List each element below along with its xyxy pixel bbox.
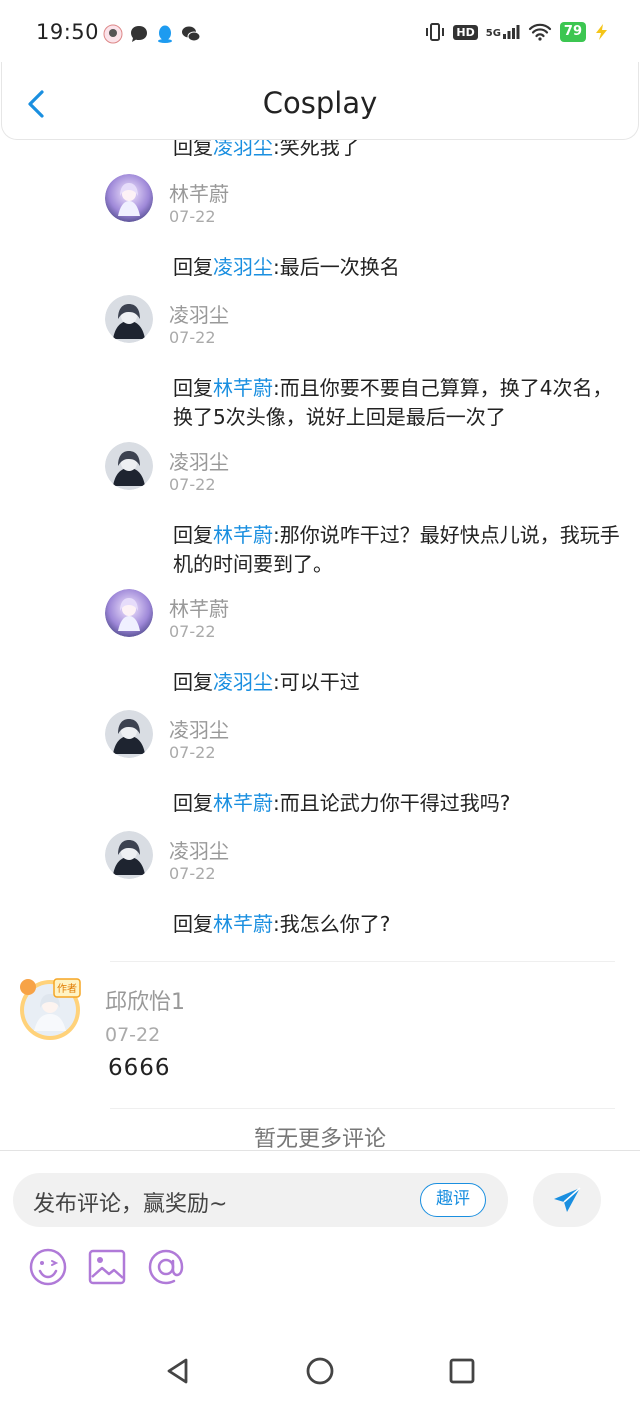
comment-date: 07-22: [169, 864, 216, 883]
send-button[interactable]: [533, 1173, 601, 1227]
mention-link[interactable]: 林芊蔚: [213, 912, 273, 936]
avatar[interactable]: [105, 589, 153, 637]
divider: [110, 961, 615, 962]
author-comment-text: 6666: [108, 1055, 171, 1081]
comment-date: 07-22: [169, 475, 216, 494]
app-notification-icon: [103, 24, 123, 44]
mention-link[interactable]: 林芊蔚: [213, 376, 273, 400]
nav-back-icon[interactable]: [160, 1353, 196, 1389]
mention-link[interactable]: 林芊蔚: [213, 523, 273, 547]
network-label: 5G: [485, 28, 501, 39]
author-badge: 作者: [57, 983, 77, 995]
system-nav-bar: [0, 1333, 640, 1408]
battery-indicator: 79: [559, 22, 586, 42]
reply-text: 回复林芊蔚:而且你要不要自己算算，换了4次名，换了5次头像，说好上回是最后一次了: [173, 376, 613, 429]
comment-date: 07-22: [169, 743, 216, 762]
username[interactable]: 凌羽尘: [169, 714, 229, 743]
status-time: 19:50: [36, 20, 100, 44]
username[interactable]: 凌羽尘: [169, 446, 229, 475]
signal-icon: 5G: [486, 25, 520, 39]
reply-text: 回复凌羽尘:笑死我了: [173, 140, 623, 162]
divider: [110, 1108, 615, 1109]
comment-placeholder: 发布评论，赢奖励~: [33, 1192, 228, 1217]
message-notification-icon: [131, 26, 147, 42]
username[interactable]: 林芊蔚: [169, 593, 229, 622]
avatar[interactable]: [105, 295, 153, 343]
status-indicators: HD 5G 79: [425, 22, 610, 42]
qq-icon: [158, 25, 172, 43]
reply-text: 回复林芊蔚:而且论武力你干得过我吗?: [173, 791, 511, 815]
nav-home-icon[interactable]: [302, 1353, 338, 1389]
status-bar: 19:50 HD 5G 79: [0, 0, 640, 68]
comment-thread[interactable]: 回复凌羽尘:笑死我了 林芊蔚 07-22 回复凌羽尘:最后一次换名 凌羽尘 07…: [0, 140, 640, 1152]
image-icon[interactable]: [87, 1247, 127, 1287]
avatar[interactable]: [105, 442, 153, 490]
comment-input[interactable]: 发布评论，赢奖励~ 趣评: [13, 1173, 508, 1227]
comment-input-panel: 发布评论，赢奖励~ 趣评: [0, 1150, 640, 1333]
at-icon[interactable]: [146, 1247, 186, 1287]
hd-badge: HD: [453, 24, 478, 40]
avatar[interactable]: [105, 831, 153, 879]
charging-icon: [596, 24, 607, 40]
page-title: Cosplay: [262, 86, 378, 120]
author-avatar[interactable]: 作者: [14, 973, 84, 1043]
wechat-icon: [182, 26, 201, 42]
fun-comment-button[interactable]: 趣评: [420, 1183, 486, 1217]
username[interactable]: 林芊蔚: [169, 178, 229, 207]
send-icon: [554, 1187, 581, 1212]
wifi-icon: [528, 23, 552, 41]
no-more-comments: 暂无更多评论: [253, 1127, 386, 1152]
emoji-icon[interactable]: [28, 1247, 68, 1287]
reply-text: 回复林芊蔚:那你说咋干过？最好快点儿说，我玩手机的时间要到了。: [173, 523, 620, 576]
mention-link[interactable]: 凌羽尘: [213, 670, 273, 694]
reply-text: 回复凌羽尘:可以干过: [173, 670, 360, 694]
vibrate-icon: [426, 23, 445, 41]
avatar[interactable]: [105, 710, 153, 758]
top-bar: Cosplay: [1, 62, 639, 140]
reply-text: 回复林芊蔚:我怎么你了?: [173, 912, 391, 936]
mention-link[interactable]: 凌羽尘: [213, 255, 273, 279]
avatar[interactable]: [105, 174, 153, 222]
comment-date: 07-22: [169, 328, 216, 347]
reply-text: 回复凌羽尘:最后一次换名: [173, 255, 400, 279]
author-username[interactable]: 邱欣怡1: [105, 984, 185, 1016]
mention-link[interactable]: 凌羽尘: [213, 140, 273, 159]
username[interactable]: 凌羽尘: [169, 299, 229, 328]
author-comment-date: 07-22: [105, 1024, 161, 1046]
comment-date: 07-22: [169, 622, 216, 641]
username[interactable]: 凌羽尘: [169, 835, 229, 864]
nav-recents-icon[interactable]: [444, 1353, 480, 1389]
comment-date: 07-22: [169, 207, 216, 226]
mention-link[interactable]: 林芊蔚: [213, 791, 273, 815]
